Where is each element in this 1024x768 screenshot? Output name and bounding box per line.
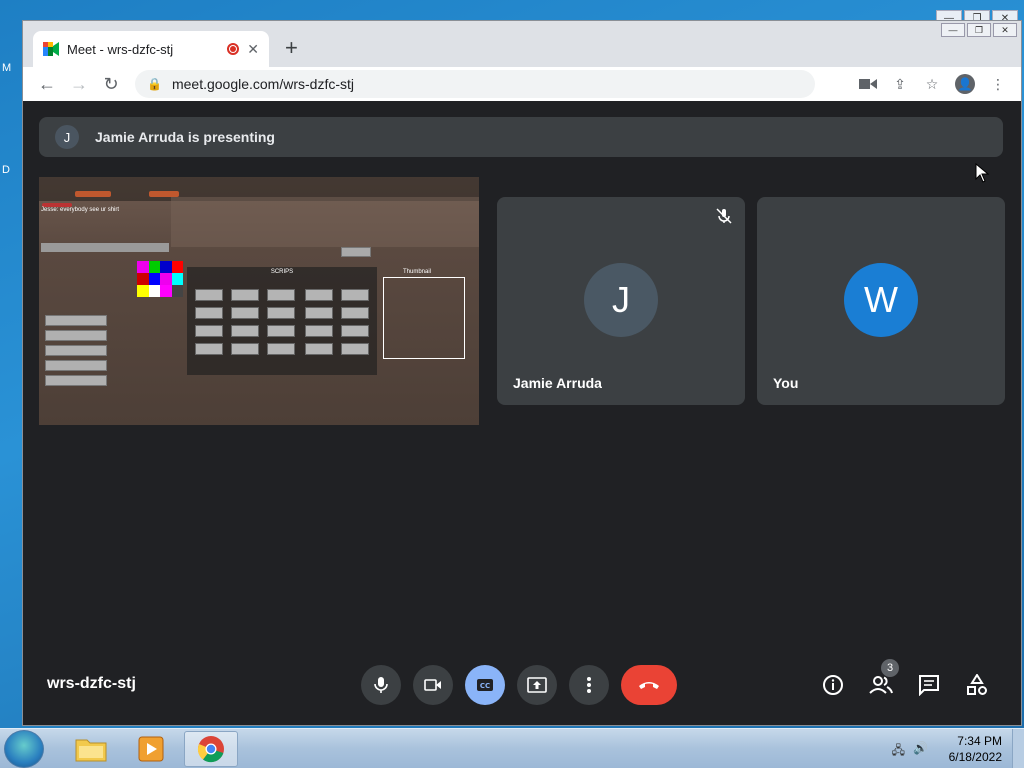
desktop: { "desktop": { "edge_letters": ["M", "D"… <box>0 0 1024 768</box>
chat-button[interactable] <box>915 671 943 699</box>
chat-icon <box>919 675 939 696</box>
meeting-code: wrs-dzfc-stj <box>47 675 136 692</box>
participant-name: You <box>773 375 799 391</box>
presenting-banner: J Jamie Arruda is presenting <box>39 117 1003 157</box>
side-button <box>45 375 107 386</box>
participant-name: Jamie Arruda <box>513 375 602 391</box>
taskbar: 🖧 🔊 7:34 PM 6/18/2022 <box>0 728 1024 768</box>
taskbar-app-explorer[interactable] <box>64 731 118 767</box>
microphone-button[interactable] <box>361 665 401 705</box>
chrome-icon <box>197 736 224 763</box>
shared-input-bar <box>41 243 169 252</box>
show-desktop-button[interactable] <box>1012 729 1024 768</box>
microphone-icon <box>374 677 388 693</box>
people-button[interactable]: 3 <box>867 659 899 699</box>
tab-strip: Meet - wrs-dzfc-stj ✕ + <box>23 21 1021 67</box>
muted-mic-icon <box>716 208 732 224</box>
present-now-button[interactable] <box>517 665 557 705</box>
folder-icon <box>75 739 107 762</box>
hang-up-icon <box>639 682 659 689</box>
info-icon <box>823 675 843 695</box>
more-options-button[interactable] <box>569 665 609 705</box>
side-button <box>45 315 107 326</box>
address-bar[interactable]: 🔒 meet.google.com/wrs-dzfc-stj <box>135 70 815 98</box>
people-icon <box>869 676 893 694</box>
mouse-cursor-icon <box>975 163 989 183</box>
scripts-panel: SCRIPS <box>187 267 377 375</box>
media-player-icon <box>138 736 164 762</box>
clock-date: 6/18/2022 <box>948 750 1002 764</box>
captions-icon: CC <box>477 679 493 691</box>
system-tray: 🖧 🔊 <box>892 741 928 762</box>
recording-icon <box>227 43 240 55</box>
activities-button[interactable] <box>963 671 991 699</box>
bookmark-star-icon[interactable]: ☆ <box>923 76 941 93</box>
participant-avatar: J <box>584 263 658 337</box>
activities-shapes-icon <box>967 674 987 695</box>
participant-avatar: W <box>844 263 918 337</box>
thumbnail-title: Thumbnail <box>403 269 432 275</box>
present-screen-icon <box>527 677 547 693</box>
close-tab-icon[interactable]: ✕ <box>247 41 259 58</box>
meeting-details-button[interactable] <box>819 671 847 699</box>
clock-time: 7:34 PM <box>957 734 1002 748</box>
shared-button <box>341 247 371 257</box>
shared-chat-line: Jesse: everybody see ur shirt <box>41 207 120 213</box>
back-button[interactable]: ← <box>31 74 63 95</box>
lock-icon: 🔒 <box>147 77 162 91</box>
tab-title: Meet - wrs-dzfc-stj <box>67 41 174 57</box>
participant-tile-self[interactable]: W You <box>757 197 1005 405</box>
color-palette <box>137 261 183 297</box>
menu-kebab-icon[interactable]: ⋮ <box>989 76 1007 93</box>
thumbnail-box <box>383 277 465 359</box>
leave-call-button[interactable] <box>621 665 677 705</box>
shared-screen[interactable]: Jesse: everybody see ur shirt SCRIPS Thu… <box>39 177 479 425</box>
people-count-badge: 3 <box>881 659 899 677</box>
google-meet-icon <box>43 42 59 56</box>
camera-button[interactable] <box>413 665 453 705</box>
forward-button[interactable]: → <box>63 74 95 95</box>
volume-icon[interactable]: 🔊 <box>913 741 928 762</box>
scripts-title: SCRIPS <box>270 269 294 275</box>
taskbar-app-media-player[interactable] <box>124 731 178 767</box>
shared-panel <box>171 197 479 247</box>
browser-window: — ❐ ✕ Meet - wrs-dzfc-stj ✕ + ← → ↻ 🔒 me… <box>22 20 1022 726</box>
clock[interactable]: 7:34 PM 6/18/2022 <box>949 733 1002 765</box>
meet-stage: J Jamie Arruda is presenting Jesse: ever… <box>23 101 1021 725</box>
more-vertical-icon <box>587 677 591 693</box>
profile-avatar-icon[interactable]: 👤 <box>955 74 975 94</box>
start-button[interactable] <box>4 730 44 768</box>
svg-text:CC: CC <box>480 682 490 690</box>
reload-button[interactable]: ↻ <box>95 74 127 95</box>
taskbar-app-chrome[interactable] <box>184 731 238 767</box>
network-icon[interactable]: 🖧 <box>892 741 905 762</box>
side-button <box>45 330 107 341</box>
browser-toolbar: ← → ↻ 🔒 meet.google.com/wrs-dzfc-stj ⇪ ☆… <box>23 67 1021 101</box>
shared-bar <box>75 191 111 197</box>
camera-indicator-icon[interactable] <box>859 78 877 90</box>
desktop-icon-label: M <box>2 62 12 74</box>
share-icon[interactable]: ⇪ <box>891 76 909 93</box>
side-button <box>45 345 107 356</box>
desktop-icon-label: D <box>2 164 10 176</box>
captions-button[interactable]: CC <box>465 665 505 705</box>
url-text: meet.google.com/wrs-dzfc-stj <box>171 76 355 92</box>
side-button <box>45 360 107 371</box>
presenting-text: Jamie Arruda is presenting <box>95 129 275 145</box>
new-tab-button[interactable]: + <box>285 35 298 61</box>
camera-icon <box>424 679 441 691</box>
presenter-avatar: J <box>55 125 79 149</box>
tab-meet[interactable]: Meet - wrs-dzfc-stj ✕ <box>33 31 269 67</box>
participant-tile[interactable]: J Jamie Arruda <box>497 197 745 405</box>
